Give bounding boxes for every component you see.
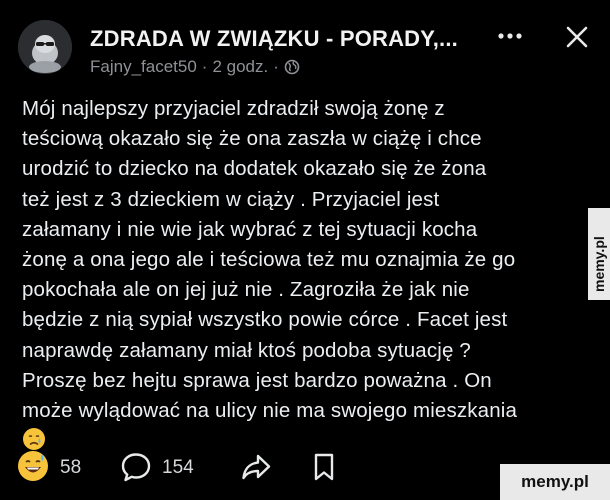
post-text-line: będzie z nią sypiał wszystko powie córce…	[22, 308, 508, 332]
post-text-line: Mój najlepszy przyjaciel zdradził swoją …	[22, 97, 445, 120]
action-bar: 58 154 memy.pl	[0, 440, 610, 500]
side-watermark-text: memy.pl	[591, 236, 607, 292]
comments-count: 154	[162, 457, 194, 478]
author-name[interactable]: Fajny_facet50	[90, 57, 197, 77]
bookmark-icon[interactable]	[313, 452, 335, 482]
post-time: 2 godz.	[212, 57, 269, 76]
post-text-line: żonę a ona jego ale i teściowa też mu oz…	[22, 248, 516, 272]
reactions-count: 58	[60, 457, 82, 478]
grinning-sweat-emoji[interactable]	[17, 450, 49, 482]
post-text-line: pokochała ale on jej już nie . Zagroziła…	[22, 278, 470, 302]
meta-separator: ·	[201, 57, 208, 76]
globe-icon	[284, 59, 300, 75]
share-arrow-icon[interactable]	[241, 453, 271, 481]
side-watermark: memy.pl	[588, 208, 610, 300]
post-text-line: teściową okazało się że ona zaszła w cią…	[22, 127, 482, 151]
post-text-line: też jest z 3 dzieckiem w ciąży . Przyjac…	[22, 187, 440, 211]
post-body: Mój najlepszy przyjaciel zdradził swoją …	[22, 94, 592, 456]
post-header: ZDRADA W ZWIĄZKU - PORADY,... Fajny_face…	[0, 0, 610, 92]
post-text-line: urodzić to dziecko na dodatek okazało si…	[22, 157, 487, 181]
meta-separator-2: ·	[273, 57, 279, 76]
post-view: ZDRADA W ZWIĄZKU - PORADY,... Fajny_face…	[0, 0, 610, 500]
avatar-image	[18, 20, 72, 74]
post-text-line: może wylądować na ulicy nie ma swojego m…	[22, 399, 518, 423]
close-icon[interactable]	[566, 26, 588, 48]
post-meta: Fajny_facet50 · 2 godz. ·	[90, 57, 300, 77]
post-text-line: załamany i nie wie jak wybrać z tej sytu…	[22, 217, 478, 241]
bottom-watermark: memy.pl	[500, 464, 610, 500]
post-text-line: Proszę bez hejtu sprawa jest bardzo powa…	[22, 368, 492, 392]
group-title[interactable]: ZDRADA W ZWIĄZKU - PORADY,...	[90, 26, 458, 52]
comment-bubble-icon[interactable]	[120, 452, 152, 482]
post-text-line: naprawdę załamany miał ktoś podoba sytua…	[22, 338, 471, 362]
avatar[interactable]	[18, 20, 72, 74]
more-dots-icon[interactable]	[497, 30, 523, 42]
